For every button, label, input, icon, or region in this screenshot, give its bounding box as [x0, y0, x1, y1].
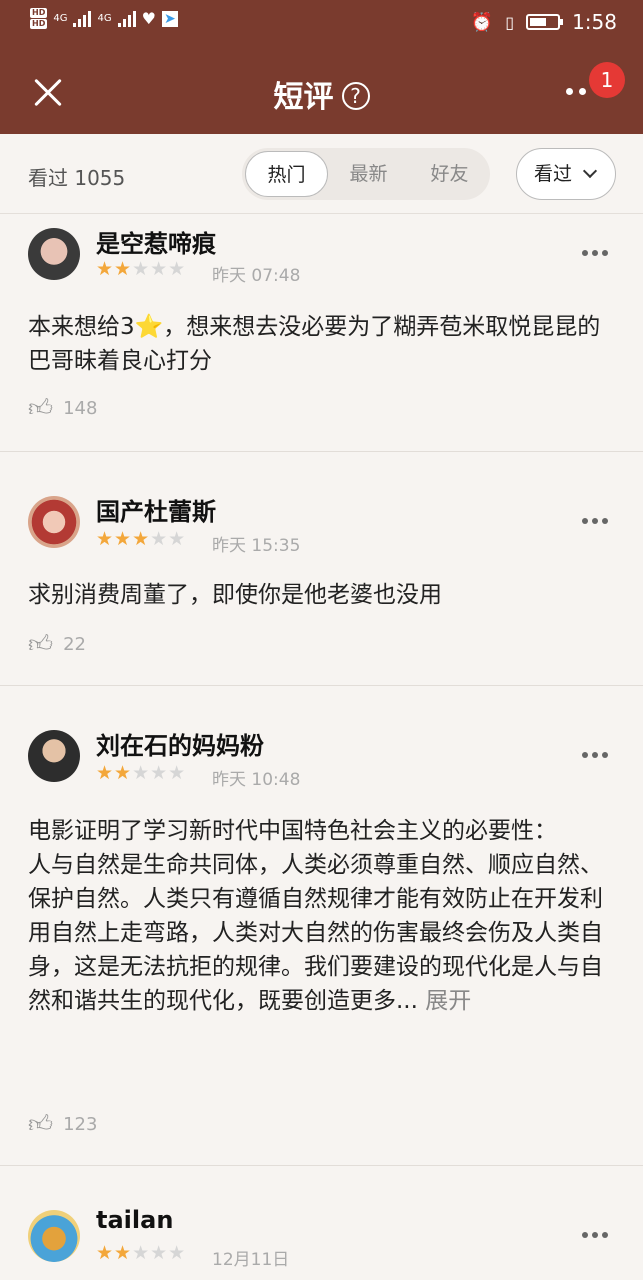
review-username[interactable]: 刘在石的妈妈粉	[96, 726, 264, 761]
review-item: 是空惹啼痕 ★★★★★ 昨天 07:48 本来想给3⭐，想来想去没必要为了糊弄苞…	[0, 214, 643, 452]
star-rating: ★★★★★	[96, 762, 187, 784]
clock: 1:58	[572, 10, 617, 34]
signal-icon	[73, 10, 92, 27]
battery-icon	[526, 14, 564, 30]
star-rating: ★★★★★	[96, 258, 187, 280]
star-rating: ★★★★★	[96, 1242, 187, 1264]
heart-icon: ♥	[141, 9, 156, 28]
page-title: 短评?	[0, 72, 643, 116]
hd-indicator: HD HD	[30, 8, 48, 29]
seen-count: 看过 1055	[28, 166, 126, 190]
like-count: 148	[63, 398, 98, 419]
send-icon: ➤	[161, 10, 178, 27]
page-title-text: 短评	[273, 80, 334, 115]
alarm-icon: ⏰	[470, 11, 494, 33]
dot-icon	[566, 88, 573, 95]
review-username[interactable]: 国产杜蕾斯	[96, 492, 216, 527]
review-item: 刘在石的妈妈粉 ★★★★★ 昨天 10:48 电影证明了学习新时代中国特色社会主…	[0, 686, 643, 1166]
thumbs-up-icon: 👍︎	[28, 630, 54, 658]
like-count: 123	[63, 1114, 98, 1135]
network-label: 4G	[97, 13, 112, 24]
tab-hot[interactable]: 热门	[245, 151, 328, 197]
review-date: 12月11日	[212, 1250, 290, 1270]
review-more-button[interactable]	[582, 248, 610, 258]
notification-badge[interactable]: 1	[589, 62, 625, 98]
star-rating: ★★★★★	[96, 528, 187, 550]
review-username[interactable]: 是空惹啼痕	[96, 224, 216, 259]
hd-label: HD	[30, 8, 48, 18]
chevron-down-icon	[582, 163, 598, 179]
sort-tabs: 热门 最新 好友	[242, 148, 490, 200]
avatar[interactable]	[28, 228, 80, 280]
status-icons-left: HD HD 4G 4G ♥ ➤	[30, 8, 178, 29]
review-item: 国产杜蕾斯 ★★★★★ 昨天 15:35 求别消费周董了，即使你是他老婆也没用 …	[0, 452, 643, 686]
avatar[interactable]	[28, 496, 80, 548]
signal-icon	[117, 10, 136, 27]
vibrate-icon: ▯	[505, 12, 515, 32]
like-button[interactable]: 👍︎ 123	[28, 1110, 97, 1139]
filter-bar: 看过 1055 热门 最新 好友 看过	[0, 134, 643, 214]
hd-label: HD	[30, 19, 48, 29]
review-more-button[interactable]	[582, 516, 610, 526]
review-text-body: 电影证明了学习新时代中国特色社会主义的必要性： 人与自然是生命共同体，人类必须尊…	[28, 818, 603, 1014]
help-circle-icon[interactable]: ?	[341, 82, 370, 110]
review-text: 本来想给3⭐，想来想去没必要为了糊弄苞米取悦昆昆的巴哥昧着良心打分	[28, 314, 601, 374]
avatar[interactable]	[28, 1210, 80, 1262]
seen-filter-dropdown[interactable]: 看过	[516, 148, 616, 200]
network-label: 4G	[53, 13, 68, 24]
review-text: 电影证明了学习新时代中国特色社会主义的必要性： 人与自然是生命共同体，人类必须尊…	[28, 814, 618, 1018]
dot-icon	[579, 88, 586, 95]
thumbs-up-icon: 👍︎	[28, 394, 54, 422]
review-date: 昨天 10:48	[212, 770, 301, 790]
status-icons-right: ⏰ ▯ 1:58	[471, 10, 617, 34]
review-date: 昨天 07:48	[212, 266, 301, 286]
dropdown-label: 看过	[534, 163, 573, 185]
review-more-button[interactable]	[582, 750, 610, 760]
like-button[interactable]: 👍︎ 22	[28, 630, 86, 659]
tab-latest[interactable]: 最新	[328, 151, 409, 197]
tab-friends[interactable]: 好友	[409, 151, 490, 197]
thumbs-up-icon: 👍︎	[28, 1110, 54, 1138]
like-button[interactable]: 👍︎ 148	[28, 394, 97, 423]
review-text: 求别消费周董了，即使你是他老婆也没用	[28, 582, 442, 608]
expand-link[interactable]: 展开	[425, 988, 471, 1014]
review-item: tailan ★★★★★ 12月11日	[0, 1166, 643, 1280]
like-count: 22	[63, 634, 86, 655]
status-bar: HD HD 4G 4G ♥ ➤ ⏰ ▯ 1:58	[0, 0, 643, 48]
nav-bar: 短评? 1	[0, 48, 643, 134]
review-date: 昨天 15:35	[212, 536, 301, 556]
review-username[interactable]: tailan	[96, 1206, 173, 1234]
review-more-button[interactable]	[582, 1230, 610, 1240]
avatar[interactable]	[28, 730, 80, 782]
